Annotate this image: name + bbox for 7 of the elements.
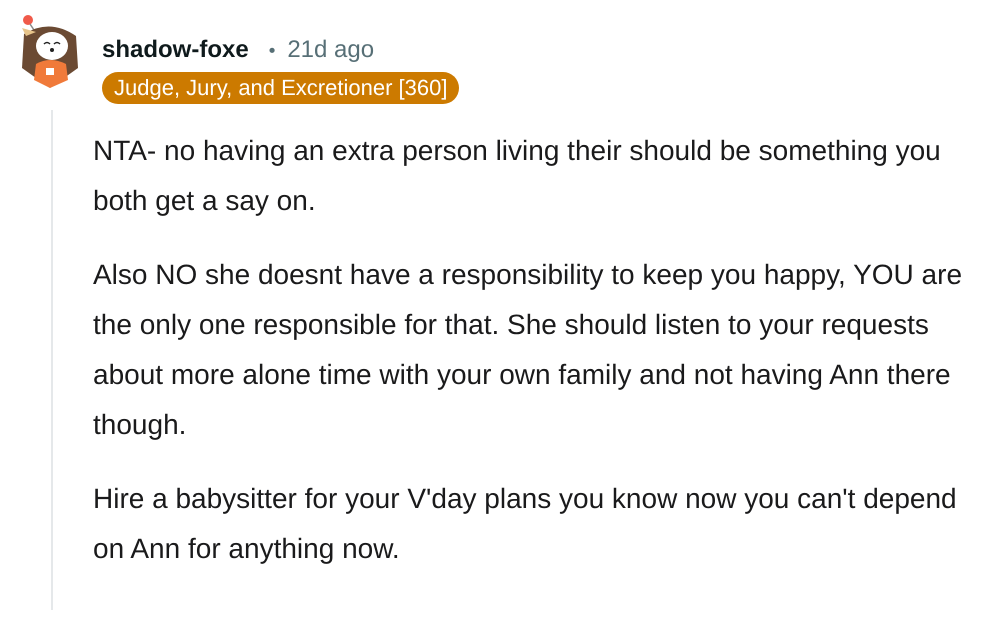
comment-paragraph: Also NO she doesnt have a responsibility to keep you happy, YOU are the only one responsible for that. She should listen to your requests about more alone time with your own family and not having Ann there though. bbox=[93, 258, 964, 442]
timestamp: 21d ago bbox=[287, 36, 374, 64]
username-link[interactable]: shadow-foxe bbox=[102, 36, 249, 64]
comment-paragraph: Hire a babysitter for your V'day plans you know now you can't depend on Ann for anything now. bbox=[93, 482, 958, 566]
comment-paragraph: NTA- no having an extra person living their should be something you both get a say on. bbox=[93, 134, 942, 218]
user-flair: Judge, Jury, and Excretioner [360] bbox=[102, 72, 460, 104]
separator-dot: • bbox=[266, 41, 278, 62]
